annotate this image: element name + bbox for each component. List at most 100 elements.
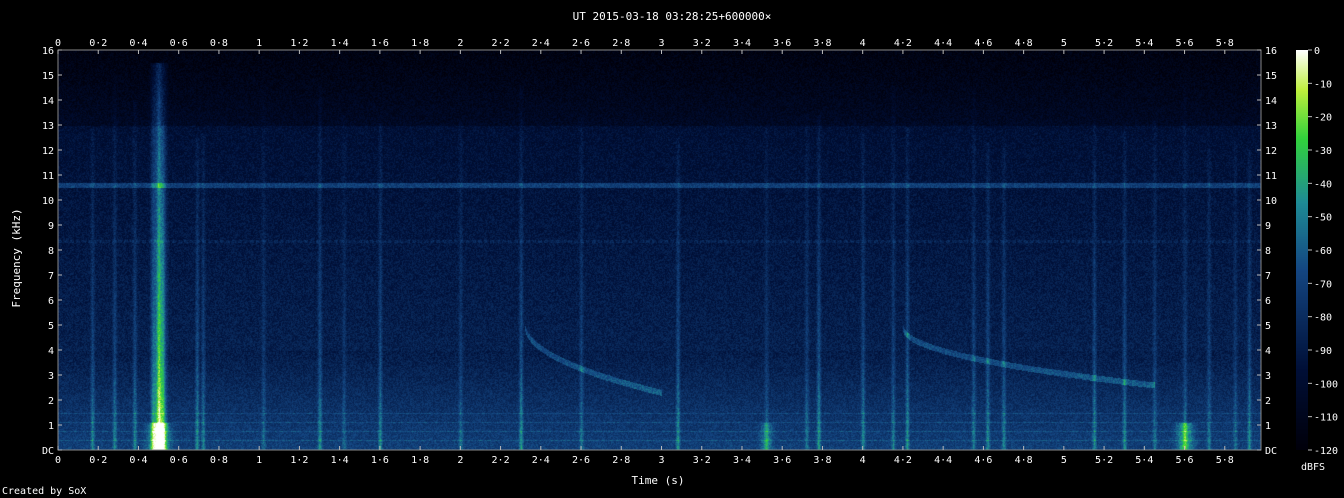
x-tick-top-label: 5·2 — [1095, 38, 1113, 49]
x-tick-bottom-label: 4·4 — [934, 455, 952, 466]
colorbar-tick-label: -30 — [1314, 146, 1332, 157]
y-tick-left-label: DC — [42, 446, 54, 457]
colorbar-tick-label: -110 — [1314, 413, 1338, 424]
x-tick-top-label: 0·2 — [89, 38, 107, 49]
x-tick-bottom-label: 1·6 — [371, 455, 389, 466]
y-tick-right-label: 2 — [1265, 396, 1271, 407]
footer-credit: Created by SoX — [2, 486, 86, 497]
x-tick-bottom-label: 2·8 — [612, 455, 630, 466]
x-tick-top-label: 1·6 — [371, 38, 389, 49]
x-tick-top-label: 4·4 — [934, 38, 952, 49]
x-tick-top-label: 3·6 — [773, 38, 791, 49]
x-tick-top-label: 0 — [55, 38, 61, 49]
x-tick-top-label: 5 — [1061, 38, 1067, 49]
colorbar-tick-label: -120 — [1314, 446, 1338, 457]
y-tick-right-label: 14 — [1265, 96, 1277, 107]
x-tick-top-label: 2·2 — [492, 38, 510, 49]
x-tick-bottom-label: 2 — [457, 455, 463, 466]
x-tick-bottom-label: 2·4 — [532, 455, 550, 466]
y-tick-left-label: 11 — [42, 171, 54, 182]
y-tick-left-label: 16 — [42, 46, 54, 57]
x-tick-top-label: 2·4 — [532, 38, 550, 49]
x-tick-top-label: 5·6 — [1176, 38, 1194, 49]
x-tick-top-label: 1·2 — [290, 38, 308, 49]
x-tick-top-label: 0·8 — [210, 38, 228, 49]
y-tick-right-label: 11 — [1265, 171, 1277, 182]
colorbar-tick-label: -50 — [1314, 213, 1332, 224]
x-tick-top-label: 2·6 — [572, 38, 590, 49]
colorbar-label: dBFS — [1301, 462, 1325, 473]
x-tick-top-label: 3·2 — [693, 38, 711, 49]
x-tick-bottom-label: 3·4 — [733, 455, 751, 466]
plot-frame — [57, 49, 1262, 451]
x-tick-top-label: 3 — [658, 38, 664, 49]
x-tick-bottom-label: 1 — [256, 455, 262, 466]
y-tick-left-label: 12 — [42, 146, 54, 157]
x-tick-bottom-label: 4·8 — [1015, 455, 1033, 466]
y-tick-right-label: 5 — [1265, 321, 1271, 332]
y-tick-left-label: 3 — [48, 371, 54, 382]
x-tick-bottom-label: 3·6 — [773, 455, 791, 466]
colorbar-tick-label: -80 — [1314, 313, 1332, 324]
x-tick-bottom-label: 5 — [1061, 455, 1067, 466]
y-tick-right-label: DC — [1265, 446, 1277, 457]
y-tick-left-label: 10 — [42, 196, 54, 207]
x-tick-top-label: 1 — [256, 38, 262, 49]
x-tick-bottom-label: 0·2 — [89, 455, 107, 466]
y-axis-label: Frequency (kHz) — [10, 208, 23, 307]
y-tick-left-label: 5 — [48, 321, 54, 332]
y-tick-right-label: 15 — [1265, 71, 1277, 82]
x-tick-bottom-label: 5·8 — [1216, 455, 1234, 466]
x-tick-bottom-label: 2·6 — [572, 455, 590, 466]
y-tick-right-label: 7 — [1265, 271, 1271, 282]
y-tick-left-label: 15 — [42, 71, 54, 82]
x-tick-bottom-label: 5·6 — [1176, 455, 1194, 466]
x-tick-top-label: 4·2 — [894, 38, 912, 49]
x-tick-bottom-label: 1·8 — [411, 455, 429, 466]
x-tick-top-label: 0·4 — [129, 38, 147, 49]
x-ticks-bottom: 0 0·2 0·4 0·6 0·8 1 1·2 1·4 1·6 1·8 2 2·2 2·4 2·6 2·8 3… — [55, 446, 1234, 466]
x-tick-top-label: 5·8 — [1216, 38, 1234, 49]
y-tick-left-label: 14 — [42, 96, 54, 107]
x-tick-top-label: 5·4 — [1135, 38, 1153, 49]
x-tick-bottom-label: 4·6 — [974, 455, 992, 466]
y-tick-right-label: 13 — [1265, 121, 1277, 132]
x-tick-bottom-label: 2·2 — [492, 455, 510, 466]
y-tick-right-label: 9 — [1265, 221, 1271, 232]
x-tick-top-label: 3·8 — [813, 38, 831, 49]
x-tick-top-label: 4·8 — [1015, 38, 1033, 49]
x-tick-bottom-label: 4 — [860, 455, 866, 466]
colorbar-tick-label: -100 — [1314, 379, 1338, 390]
x-tick-bottom-label: 0·8 — [210, 455, 228, 466]
x-tick-bottom-label: 3·8 — [813, 455, 831, 466]
x-tick-top-label: 1·8 — [411, 38, 429, 49]
x-axis-label: Time (s) — [632, 474, 685, 487]
x-tick-bottom-label: 3·2 — [693, 455, 711, 466]
colorbar-tick-label: -40 — [1314, 179, 1332, 190]
y-tick-right-label: 16 — [1265, 46, 1277, 57]
colorbar-tick-label: -60 — [1314, 246, 1332, 257]
x-tick-top-label: 4 — [860, 38, 866, 49]
y-tick-right-label: 12 — [1265, 146, 1277, 157]
y-tick-right-label: 6 — [1265, 296, 1271, 307]
y-tick-left-label: 13 — [42, 121, 54, 132]
y-tick-right-label: 10 — [1265, 196, 1277, 207]
x-tick-top-label: 2 — [457, 38, 463, 49]
colorbar-tick-label: 0 — [1314, 46, 1320, 57]
x-tick-bottom-label: 1·2 — [290, 455, 308, 466]
y-tick-left-label: 2 — [48, 396, 54, 407]
y-ticks-left: DC12345678910111213141516 — [42, 46, 62, 457]
colorbar-tick-label: -90 — [1314, 346, 1332, 357]
x-tick-bottom-label: 4·2 — [894, 455, 912, 466]
x-tick-bottom-label: 0·4 — [129, 455, 147, 466]
chart-title: UT 2015-03-18 03:28:25+600000× — [573, 10, 772, 23]
y-tick-left-label: 9 — [48, 221, 54, 232]
x-tick-bottom-label: 0·6 — [170, 455, 188, 466]
x-ticks-top: 0 0·2 0·4 0·6 0·8 1 1·2 1·4 1·6 1·8 2 2·2 2·4 2·6 2·8 3… — [55, 38, 1234, 54]
y-tick-right-label: 4 — [1265, 346, 1271, 357]
y-tick-left-label: 8 — [48, 246, 54, 257]
y-tick-left-label: 1 — [48, 421, 54, 432]
x-tick-bottom-label: 3 — [658, 455, 664, 466]
x-tick-bottom-label: 1·4 — [331, 455, 349, 466]
x-tick-top-label: 1·4 — [331, 38, 349, 49]
